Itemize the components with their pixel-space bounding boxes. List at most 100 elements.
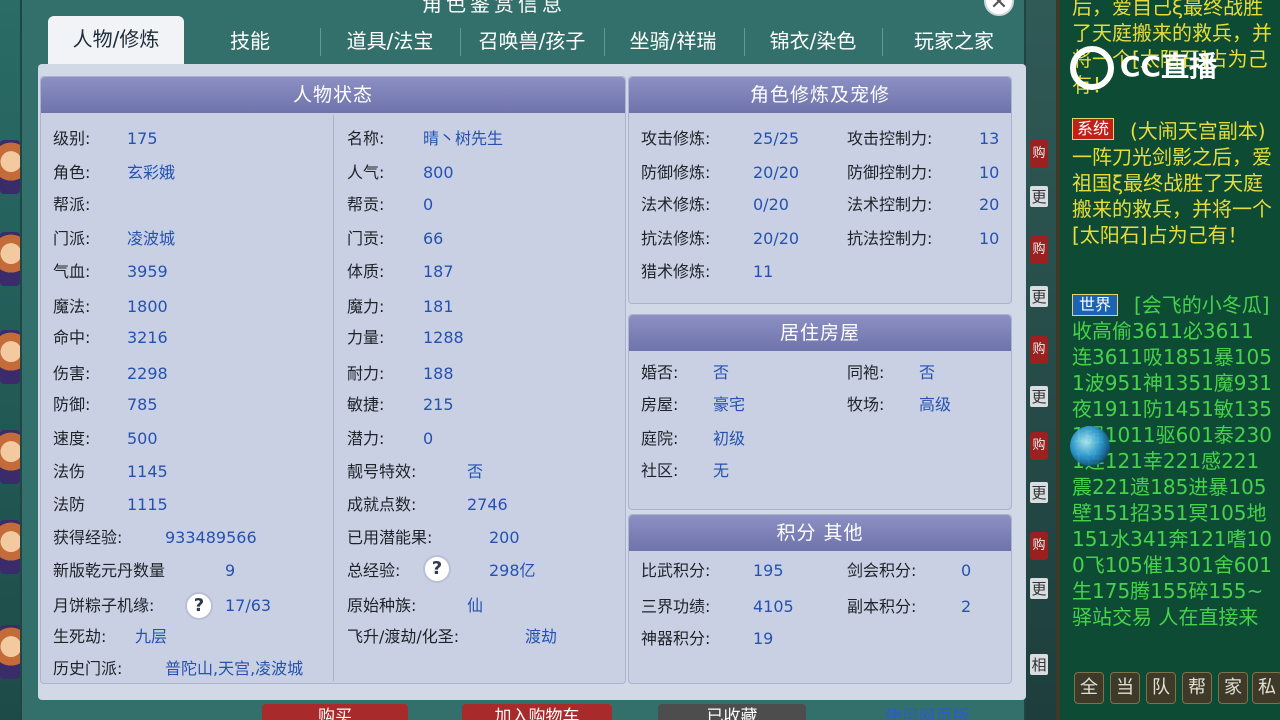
- score-value: 195: [753, 561, 784, 580]
- tab-skills[interactable]: 技能: [194, 20, 306, 62]
- stat-label: 气血:: [53, 262, 91, 281]
- cultivation-label: 抗法修炼:: [641, 229, 711, 248]
- score-panel: 积分 其他 比武积分: 195 三界功绩: 4105 神器积分: 19 剑会积分…: [628, 514, 1012, 684]
- tab-character[interactable]: 人物/修炼: [48, 16, 184, 64]
- stat-label: 总经验:: [347, 561, 401, 580]
- score-value: 19: [753, 629, 774, 648]
- tab-separator: [744, 28, 745, 56]
- character-info-dialog: 角色鉴赏信息 ✕ 人物/修炼 技能 道具/法宝 召唤兽/孩子 坐骑/祥瑞 锦衣/…: [20, 0, 1026, 720]
- housing-label: 牧场:: [847, 395, 885, 414]
- side-label: 更: [1030, 482, 1048, 503]
- stat-value: 否: [467, 462, 484, 481]
- avatar[interactable]: [0, 232, 20, 286]
- avatar[interactable]: [0, 625, 20, 679]
- side-button[interactable]: 购: [1030, 140, 1048, 168]
- housing-label: 同袍:: [847, 363, 885, 382]
- character-status-panel: 人物状态 级别: 175 角色: 玄彩娥 帮派: 门派: 凌波城 气血: 395…: [40, 76, 626, 684]
- cc-live-logo: CC直播: [1070, 42, 1250, 92]
- side-button[interactable]: 购: [1030, 532, 1048, 560]
- housing-panel: 居住房屋 婚否: 否 房屋: 豪宅 庭院: 初级 社区: 无 同袍: 否 牧场:…: [628, 314, 1012, 510]
- stat-label: 靓号特效:: [347, 462, 417, 481]
- stat-value: 3216: [127, 328, 168, 347]
- stat-label: 法伤: [53, 462, 86, 481]
- help-icon[interactable]: ?: [185, 592, 213, 620]
- score-label: 副本积分:: [847, 597, 917, 616]
- score-value: 0: [961, 561, 972, 580]
- stat-value: 17/63: [225, 596, 272, 615]
- stat-label: 级别:: [53, 129, 91, 148]
- tab-mounts[interactable]: 坐骑/祥瑞: [608, 20, 738, 62]
- cultivation-label: 猎术修炼:: [641, 262, 711, 281]
- panel-header: 居住房屋: [629, 315, 1011, 351]
- tab-home[interactable]: 玩家之家: [886, 20, 1022, 62]
- cultivation-value: 25/25: [753, 129, 800, 148]
- channel-all[interactable]: 全: [1074, 672, 1104, 704]
- stat-value: 215: [423, 395, 454, 414]
- score-value: 2: [961, 597, 972, 616]
- stat-value: 175: [127, 129, 158, 148]
- side-label: 更: [1030, 286, 1048, 307]
- stat-label: 法防: [53, 495, 86, 514]
- stat-label: 已用潜能果:: [347, 528, 433, 547]
- avatar[interactable]: [0, 430, 20, 484]
- stat-value: 188: [423, 364, 454, 383]
- stat-label: 伤害:: [53, 364, 91, 383]
- housing-value: 否: [713, 363, 730, 382]
- side-button[interactable]: 购: [1030, 336, 1048, 364]
- add-to-cart-button[interactable]: 加入购物车: [462, 704, 612, 720]
- stat-value: 785: [127, 395, 158, 414]
- control-value: 10: [979, 163, 1000, 182]
- stat-label: 潜力:: [347, 429, 385, 448]
- cultivation-value: 20/20: [753, 163, 800, 182]
- housing-value: 豪宅: [713, 395, 746, 414]
- side-label: 相: [1030, 654, 1048, 675]
- channel-current[interactable]: 当: [1110, 672, 1140, 704]
- housing-label: 社区:: [641, 461, 679, 480]
- side-label: 更: [1030, 386, 1048, 407]
- stat-value: 九层: [135, 627, 168, 646]
- cultivation-value: 20/20: [753, 229, 800, 248]
- score-label: 剑会积分:: [847, 561, 917, 580]
- channel-private[interactable]: 私: [1252, 672, 1280, 704]
- chat-panel: 后，爱自己ξ最终战胜了天庭搬来的救兵，并将一个[太阳石]占为己有！ 系统 (大闹…: [1056, 0, 1280, 720]
- housing-label: 庭院:: [641, 429, 679, 448]
- side-button[interactable]: 购: [1030, 236, 1048, 264]
- side-label: 更: [1030, 186, 1048, 207]
- tab-items[interactable]: 道具/法宝: [328, 20, 452, 62]
- control-value: 13: [979, 129, 1000, 148]
- stat-value: 9: [225, 561, 236, 580]
- tab-costume[interactable]: 锦衣/染色: [748, 20, 878, 62]
- divider: [333, 115, 334, 681]
- stat-label: 获得经验:: [53, 528, 123, 547]
- panel-header: 人物状态: [41, 77, 625, 113]
- tab-separator: [604, 28, 605, 56]
- stat-label: 飞升/渡劫/化圣:: [347, 627, 460, 646]
- channel-family[interactable]: 家: [1218, 672, 1248, 704]
- side-button[interactable]: 购: [1030, 432, 1048, 460]
- panel-header: 积分 其他: [629, 515, 1011, 551]
- help-icon[interactable]: ?: [423, 555, 451, 583]
- favorited-button[interactable]: 已收藏: [658, 704, 806, 720]
- tab-separator: [320, 28, 321, 56]
- control-label: 法术控制力:: [847, 195, 933, 214]
- stat-label: 魔法:: [53, 297, 91, 316]
- stat-value: 晴丶树先生: [423, 129, 504, 148]
- housing-label: 婚否:: [641, 363, 679, 382]
- score-label: 神器积分:: [641, 629, 711, 648]
- web-version-link[interactable]: 使用网页版: [862, 704, 992, 720]
- tab-pets[interactable]: 召唤兽/孩子: [462, 20, 602, 62]
- stat-value: 0: [423, 195, 434, 214]
- score-label: 三界功绩:: [641, 597, 711, 616]
- chat-message: (大闹天宫副本)一阵刀光剑影之后，爱祖国ξ最终战胜了天庭搬来的救兵，并将一个[太…: [1072, 119, 1272, 247]
- avatar[interactable]: [0, 520, 20, 574]
- stat-label: 历史门派:: [53, 659, 123, 678]
- avatar[interactable]: [0, 330, 20, 384]
- content-area: 人物状态 级别: 175 角色: 玄彩娥 帮派: 门派: 凌波城 气血: 395…: [38, 64, 1026, 700]
- channel-guild[interactable]: 帮: [1182, 672, 1212, 704]
- stat-value: 181: [423, 297, 454, 316]
- buy-button[interactable]: 购买: [262, 704, 408, 720]
- stat-label: 命中:: [53, 328, 91, 347]
- avatar[interactable]: [0, 140, 20, 194]
- channel-team[interactable]: 队: [1146, 672, 1176, 704]
- stat-label: 魔力:: [347, 297, 385, 316]
